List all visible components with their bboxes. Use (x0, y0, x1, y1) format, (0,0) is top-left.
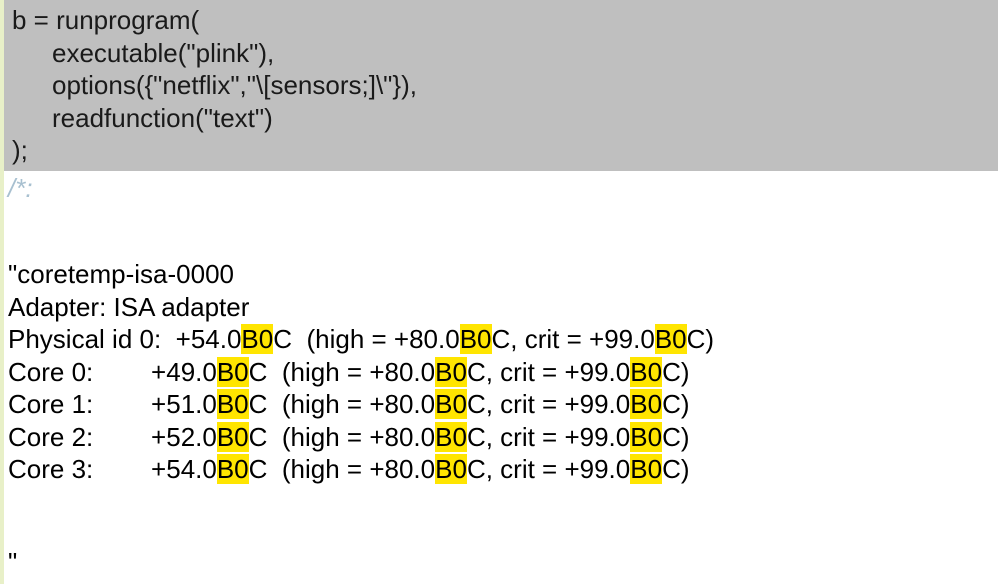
row-4-hl3: B0 (630, 454, 662, 484)
row-3-mid1: C (high = +80.0 (249, 422, 435, 452)
code-line-1: b = runprogram( (12, 4, 998, 37)
row-2-end: C) (662, 389, 689, 419)
row-3-hl1: B0 (217, 422, 249, 452)
row-0-end: C) (687, 324, 714, 354)
row-1-label: Core 0: +49.0 (8, 357, 217, 387)
row-0-label: Physical id 0: +54.0 (8, 324, 241, 354)
row-1-hl3: B0 (630, 357, 662, 387)
row-0-hl2: B0 (460, 324, 492, 354)
row-4-end: C) (662, 454, 689, 484)
row-3-hl3: B0 (630, 422, 662, 452)
code-line-5: ); (12, 134, 998, 167)
code-line-4: readfunction("text") (12, 102, 998, 135)
row-2-hl1: B0 (217, 389, 249, 419)
row-1-mid1: C (high = +80.0 (249, 357, 435, 387)
row-1-hl2: B0 (435, 357, 467, 387)
row-1-hl1: B0 (217, 357, 249, 387)
output-adapter: Adapter: ISA adapter (8, 292, 249, 322)
comment-marker: /*: (8, 172, 33, 205)
row-3-label: Core 2: +52.0 (8, 422, 217, 452)
close-quote: " (8, 546, 17, 579)
row-4-mid2: C, crit = +99.0 (467, 454, 630, 484)
code-line-3: options({"netflix","\[sensors;]\"}), (12, 69, 998, 102)
row-4-mid1: C (high = +80.0 (249, 454, 435, 484)
row-1-mid2: C, crit = +99.0 (467, 357, 630, 387)
row-2-hl2: B0 (435, 389, 467, 419)
row-2-mid2: C, crit = +99.0 (467, 389, 630, 419)
code-line-2: executable("plink"), (12, 37, 998, 70)
row-3-end: C) (662, 422, 689, 452)
row-3-mid2: C, crit = +99.0 (467, 422, 630, 452)
row-2-mid1: C (high = +80.0 (249, 389, 435, 419)
row-4-label: Core 3: +54.0 (8, 454, 217, 484)
row-0-mid2: C, crit = +99.0 (492, 324, 655, 354)
row-1-end: C) (662, 357, 689, 387)
row-0-hl3: B0 (655, 324, 687, 354)
row-4-hl2: B0 (435, 454, 467, 484)
output-block: "coretemp-isa-0000 Adapter: ISA adapter … (8, 258, 714, 486)
row-2-hl3: B0 (630, 389, 662, 419)
row-3-hl2: B0 (435, 422, 467, 452)
code-block: b = runprogram( executable("plink"), opt… (0, 0, 998, 171)
row-2-label: Core 1: +51.0 (8, 389, 217, 419)
row-0-hl1: B0 (241, 324, 273, 354)
row-0-mid1: C (high = +80.0 (273, 324, 459, 354)
row-4-hl1: B0 (217, 454, 249, 484)
output-header: coretemp-isa-0000 (17, 259, 234, 289)
open-quote: " (8, 259, 17, 289)
